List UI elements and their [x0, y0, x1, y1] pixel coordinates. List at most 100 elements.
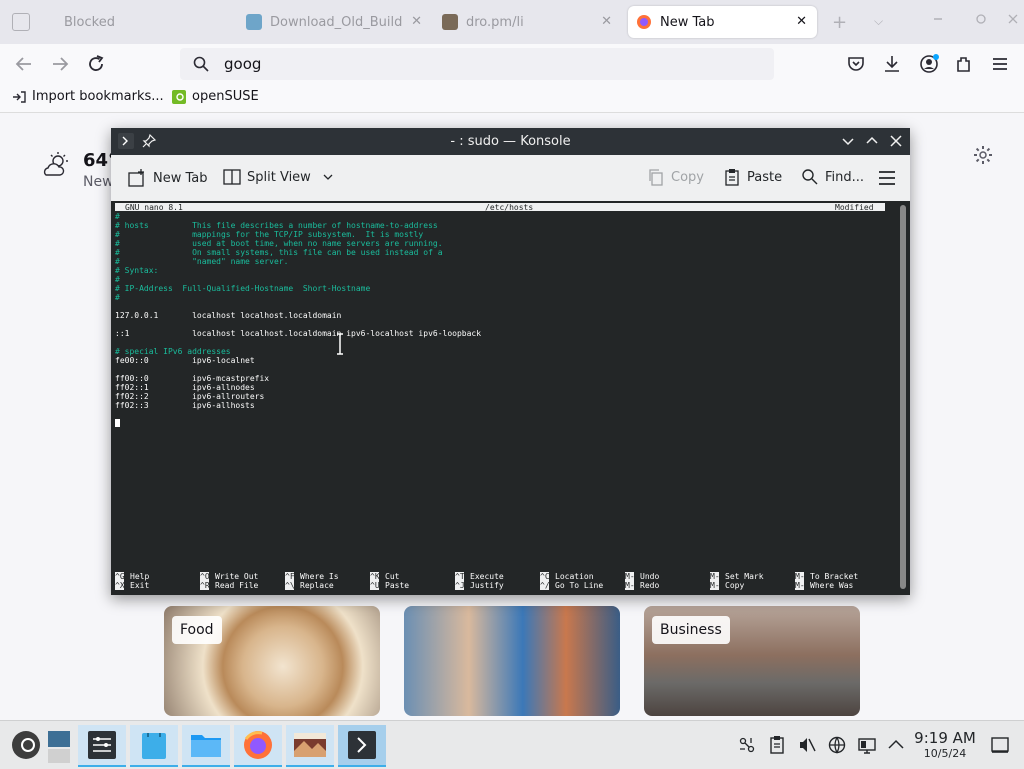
terminal-line: # "named" name server. [115, 257, 289, 266]
opensuse-icon [172, 89, 186, 104]
chevron-down-icon[interactable] [839, 132, 857, 150]
shortcut-label: Copy [725, 581, 745, 590]
terminal-line: # On small systems, this file can be use… [115, 248, 443, 257]
tab-dro-pm[interactable]: dro.pm/li ✕ [442, 6, 622, 38]
account-icon[interactable] [917, 52, 941, 76]
import-icon [13, 90, 26, 103]
tab-label: New Tab [660, 14, 715, 30]
reload-icon[interactable] [84, 52, 108, 76]
text-cursor [115, 419, 120, 427]
bookmark-opensuse[interactable]: openSUSE [172, 89, 259, 104]
nano-shortcut: ^C Location ^/ Go To Line [540, 572, 624, 590]
hamburger-menu-icon[interactable] [988, 52, 1012, 76]
shortcut-label: Justify [470, 581, 504, 590]
volume-muted-icon[interactable] [797, 735, 817, 755]
terminal-line: ff02::2 ipv6-allrouters [115, 392, 265, 401]
extensions-icon[interactable] [952, 52, 976, 76]
card-category-label: Food [172, 616, 222, 644]
terminal-line: ff02::1 ipv6-allnodes [115, 383, 255, 392]
maximize-icon[interactable] [975, 13, 987, 25]
shortcut-key: ^J [455, 581, 465, 590]
new-tab-button[interactable]: New Tab [127, 168, 208, 188]
discover-app-icon [142, 733, 166, 759]
copy-label: Copy [671, 169, 704, 185]
tab-label: Download_Old_Build [270, 14, 403, 30]
close-icon[interactable] [887, 132, 905, 150]
shortcut-label: Read File [215, 581, 259, 590]
split-view-button[interactable]: Split View [223, 168, 341, 186]
close-icon[interactable]: ✕ [601, 14, 612, 29]
task-dolphin[interactable] [182, 725, 230, 767]
task-firefox[interactable] [234, 725, 282, 767]
shortcut-label: To Bracket [810, 572, 859, 581]
network-globe-icon[interactable] [827, 735, 847, 755]
story-card-food[interactable]: Food [164, 606, 380, 716]
shortcut-key: ^/ [540, 581, 550, 590]
list-all-tabs-icon[interactable]: ⌵ [874, 14, 883, 29]
shortcut-label: Replace [300, 581, 334, 590]
task-image-viewer[interactable] [286, 725, 334, 767]
shortcut-key: ^G [115, 572, 125, 581]
shortcut-key: M-U [625, 572, 640, 581]
chevron-down-icon [323, 174, 333, 180]
task-system-settings[interactable] [78, 725, 126, 767]
clock-time: 9:19 AM [914, 729, 976, 747]
search-icon [193, 56, 209, 72]
bookmark-import[interactable]: Import bookmarks... [12, 89, 164, 104]
chevron-up-icon[interactable] [886, 735, 906, 755]
vivaldi-favicon-icon [246, 14, 262, 30]
shortcut-key: ^T [455, 572, 465, 581]
find-button[interactable]: Find... [801, 168, 864, 186]
terminal-scrollbar[interactable] [897, 201, 910, 595]
terminal-line: ::1 localhost localhost.localdomain ipv6… [115, 329, 482, 338]
pocket-icon[interactable] [844, 52, 868, 76]
story-card-business[interactable]: Business [644, 606, 860, 716]
bookmark-label: Import bookmarks... [32, 89, 164, 104]
downloads-icon[interactable] [880, 52, 904, 76]
tab-download-old-build[interactable]: Download_Old_Build ✕ [246, 6, 432, 38]
shortcut-label: Where Was [810, 581, 854, 590]
close-icon[interactable]: ✕ [411, 14, 422, 29]
clipboard-icon[interactable] [767, 735, 787, 755]
back-arrow-icon[interactable] [12, 52, 36, 76]
copy-button[interactable]: Copy [647, 168, 704, 186]
terminal-view[interactable]: GNU nano 8.1 /etc/hosts Modified # # host… [111, 201, 897, 595]
new-tab-label: New Tab [153, 170, 208, 186]
konsole-titlebar[interactable]: - : sudo — Konsole [111, 128, 910, 155]
window-close-icon[interactable] [1007, 13, 1019, 25]
chevron-up-icon[interactable] [863, 132, 881, 150]
weather-widget[interactable]: 64° New [40, 150, 117, 190]
url-bar[interactable] [180, 48, 774, 80]
minimize-icon[interactable] [932, 13, 944, 25]
clock-date: 10/5/24 [923, 747, 967, 760]
window-title: - : sudo — Konsole [450, 134, 571, 149]
task-discover[interactable] [130, 725, 178, 767]
shortcut-key: M-A [710, 572, 725, 581]
nano-shortcut: ^T Execute ^J Justify [455, 572, 539, 590]
terminal-app-icon [348, 731, 376, 759]
image-viewer-app-icon [294, 733, 326, 757]
show-desktop-icon[interactable] [990, 735, 1010, 755]
konsole-window: - : sudo — Konsole New Tab Split View Co… [111, 128, 910, 595]
task-konsole[interactable] [338, 725, 386, 767]
story-card-shopping[interactable] [404, 606, 620, 716]
digital-clock[interactable]: 9:19 AM 10/5/24 [912, 729, 978, 760]
tab-new-tab[interactable]: New Tab ✕ [628, 6, 817, 38]
hamburger-menu-icon[interactable] [877, 169, 897, 187]
display-configuration-icon[interactable] [857, 735, 877, 755]
shortcut-label: Location [555, 572, 594, 581]
gear-icon[interactable] [972, 144, 994, 166]
paste-button[interactable]: Paste [723, 168, 782, 186]
terminal-line: # Syntax: [115, 266, 159, 275]
forward-arrow-icon[interactable] [48, 52, 72, 76]
pager-icon[interactable] [40, 725, 76, 765]
kde-connect-icon[interactable] [737, 735, 757, 755]
tab-label: Blocked [64, 14, 115, 30]
close-icon[interactable]: ✕ [796, 14, 807, 29]
url-input[interactable] [222, 54, 746, 74]
new-tab-button[interactable]: + [832, 12, 847, 33]
scrollbar-thumb[interactable] [900, 205, 906, 589]
site-favicon-icon [442, 14, 458, 30]
terminal-line: # [115, 275, 120, 284]
tab-blocked[interactable]: Blocked [12, 6, 232, 38]
